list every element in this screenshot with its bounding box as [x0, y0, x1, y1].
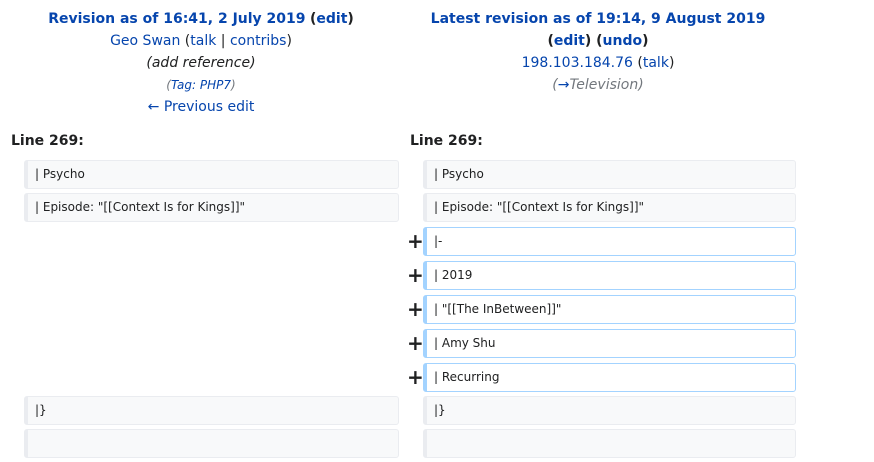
right-line-number: Line 269: [410, 133, 483, 149]
old-user-talk-link[interactable]: talk [190, 33, 216, 49]
new-context-line: | Psycho [423, 160, 796, 189]
added-line: | Recurring [423, 363, 796, 392]
old-edit-link[interactable]: edit [316, 11, 347, 27]
new-context-line: | Episode: "[[Context Is for Kings]]" [423, 193, 796, 222]
old-user-link[interactable]: Geo Swan [110, 33, 180, 49]
new-revision-link[interactable]: Latest revision as of 19:14, 9 August 20… [431, 11, 766, 27]
new-revision-header: Latest revision as of 19:14, 9 August 20… [398, 8, 798, 96]
old-user-contribs-link[interactable]: contribs [230, 33, 286, 49]
old-revision-link[interactable]: Revision as of 16:41, 2 July 2019 [48, 11, 305, 27]
old-context-line [24, 429, 399, 458]
added-line: | Amy Shu [423, 329, 796, 358]
tag-label-link[interactable]: Tag: [171, 78, 196, 92]
new-edit-link[interactable]: edit [554, 33, 585, 49]
undo-link[interactable]: undo [603, 33, 643, 49]
added-marker: + [407, 365, 424, 389]
new-context-line [423, 429, 796, 458]
old-context-line: | Episode: "[[Context Is for Kings]]" [24, 193, 399, 222]
section-name: Television [569, 77, 639, 93]
left-line-number: Line 269: [11, 133, 84, 149]
new-user-link[interactable]: 198.103.184.76 [522, 55, 633, 71]
new-edit-summary: (→Television) [552, 77, 644, 93]
new-user-talk-link[interactable]: talk [643, 55, 669, 71]
previous-edit-link[interactable]: ← Previous edit [148, 99, 255, 115]
added-marker: + [407, 331, 424, 355]
old-context-line: | Psycho [24, 160, 399, 189]
tag-php7-link[interactable]: PHP7 [200, 78, 231, 92]
added-marker: + [407, 297, 424, 321]
added-marker: + [407, 263, 424, 287]
added-line: | 2019 [423, 261, 796, 290]
added-line: | "[[The InBetween]]" [423, 295, 796, 324]
added-line: |- [423, 227, 796, 256]
old-context-line: |} [24, 396, 399, 425]
added-marker: + [407, 229, 424, 253]
old-edit-summary: (add reference) [146, 55, 256, 71]
section-arrow-link[interactable]: → [558, 77, 570, 93]
old-revision-header: Revision as of 16:41, 2 July 2019 (edit)… [48, 11, 354, 115]
new-context-line: |} [423, 396, 796, 425]
